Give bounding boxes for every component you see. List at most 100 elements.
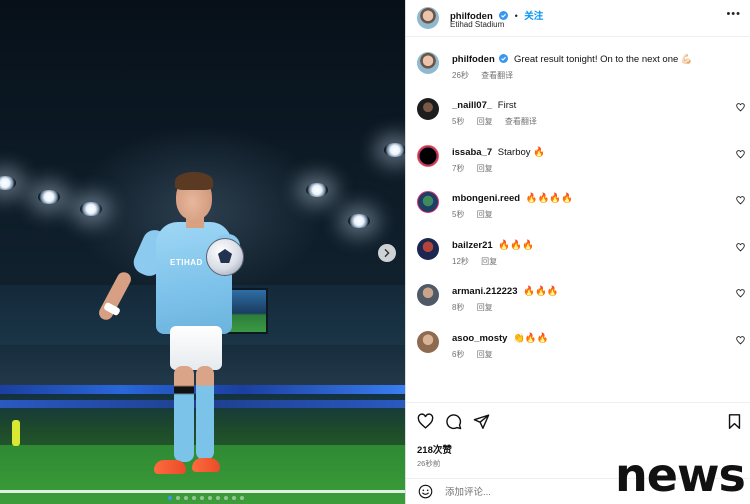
carousel-dot [208, 496, 212, 500]
comment-icon[interactable] [445, 413, 462, 430]
smiley-icon[interactable] [418, 484, 433, 499]
caption-username[interactable]: philfoden [452, 54, 495, 65]
avatar[interactable] [417, 191, 439, 213]
comment-text: 🔥🔥🔥 [498, 239, 534, 251]
comment-text: 🔥🔥🔥 [523, 286, 559, 297]
avatar[interactable] [417, 52, 439, 74]
comment-row: bailzer21 🔥🔥🔥 12秒 回复 [406, 227, 750, 273]
comment-line: armani.212223 🔥🔥🔥 [452, 286, 559, 297]
caption-text: Great result tonight! On to the next one… [514, 54, 693, 65]
comment-time: 5秒 [452, 210, 465, 219]
comment-meta: 5秒 回复 查看翻译 [452, 116, 547, 127]
more-options-icon[interactable]: ••• [726, 8, 741, 20]
comment-username[interactable]: armani.212223 [452, 286, 518, 297]
shirt-sponsor: ETIHAD [170, 258, 203, 267]
avatar[interactable] [417, 98, 439, 120]
carousel-dot [176, 496, 180, 500]
avatar[interactable] [417, 330, 439, 353]
caption-time: 26秒 [452, 71, 469, 80]
caption-meta: 26秒 查看翻译 [452, 70, 523, 81]
comment-row: armani.212223 🔥🔥🔥 8秒 回复 [406, 273, 750, 319]
reply-button[interactable]: 回复 [481, 257, 497, 266]
carousel-dot [216, 496, 220, 500]
player-hair [175, 172, 213, 190]
post-photo: ETIHAD [0, 0, 405, 504]
comment-text: 🔥🔥🔥🔥 [525, 193, 574, 204]
comment-time: 6秒 [452, 349, 465, 359]
post-time: 26秒前 [417, 459, 441, 468]
comment-input[interactable] [445, 483, 635, 501]
comment-line: bailzer21 🔥🔥🔥 [452, 240, 534, 251]
caption-line: philfoden Great result tonight! On to th… [452, 54, 693, 65]
reply-button[interactable]: 回复 [477, 210, 493, 219]
like-comment-icon[interactable] [736, 196, 745, 205]
next-slide-button[interactable] [378, 244, 396, 262]
heart-icon[interactable] [417, 413, 434, 430]
comment-meta: 8秒 回复 [452, 302, 503, 313]
carousel-dot [184, 496, 188, 500]
like-comment-icon[interactable] [736, 149, 745, 159]
avatar[interactable] [417, 144, 439, 167]
comment-time: 12秒 [452, 256, 469, 266]
comment-username[interactable]: asoo_mosty [452, 333, 507, 344]
reply-button[interactable]: 回复 [477, 117, 493, 126]
comment-time: 8秒 [452, 303, 465, 312]
share-icon[interactable] [473, 413, 490, 430]
comment-username[interactable]: issaba_7 [452, 147, 492, 158]
comment-text: Starboy 🔥 [497, 146, 546, 158]
carousel-dot [224, 496, 228, 500]
news-watermark: news [615, 448, 746, 502]
pitch-line [0, 490, 405, 493]
floodlight [348, 214, 370, 228]
follow-button[interactable]: 关注 [524, 11, 543, 22]
like-comment-icon[interactable] [736, 242, 745, 252]
floodlight [80, 202, 102, 216]
comment-row: _naill07_ First 5秒 回复 查看翻译 [406, 87, 750, 133]
player-boot [154, 460, 186, 474]
referee-figure [12, 420, 20, 446]
comment-line: asoo_mosty 👏🔥🔥 [452, 333, 549, 344]
comment-text: First [497, 100, 517, 111]
carousel-dot [240, 496, 244, 500]
avatar[interactable] [417, 284, 439, 306]
verified-badge-icon [499, 54, 509, 63]
carousel-dot [168, 496, 172, 500]
comment-meta: 12秒 回复 [452, 256, 507, 267]
comment-text: 👏🔥🔥 [513, 332, 549, 344]
comment-meta: 7秒 回复 [452, 163, 503, 174]
like-comment-icon[interactable] [736, 103, 745, 112]
reply-button[interactable]: 回复 [477, 164, 493, 173]
like-comment-icon[interactable] [736, 335, 745, 345]
football [206, 238, 244, 276]
player-leg [174, 366, 194, 462]
bookmark-icon[interactable] [726, 413, 743, 430]
comment-username[interactable]: bailzer21 [452, 240, 493, 251]
floodlight [38, 190, 60, 204]
comment-meta: 5秒 回复 [452, 209, 503, 220]
post-side-panel: philfoden • 关注 Etihad Stadium ••• philfo… [405, 0, 750, 504]
avatar[interactable] [417, 237, 439, 260]
like-comment-icon[interactable] [736, 289, 745, 298]
post-location[interactable]: Etihad Stadium [450, 20, 504, 29]
reply-button[interactable]: 回复 [477, 303, 493, 312]
comment-line: _naill07_ First [452, 100, 516, 111]
player-boot [192, 458, 220, 472]
comment-username[interactable]: _naill07_ [452, 100, 492, 111]
comments-list: philfoden Great result tonight! On to th… [406, 38, 750, 402]
comment-line: issaba_7 Starboy 🔥 [452, 147, 545, 158]
like-count[interactable]: 218次赞 [417, 442, 452, 456]
comment-username[interactable]: mbongeni.reed [452, 193, 520, 204]
post-header: philfoden • 关注 Etihad Stadium ••• [406, 0, 750, 37]
separator-dot: • [514, 11, 518, 21]
carousel-indicator [168, 496, 244, 500]
see-translation-link[interactable]: 查看翻译 [505, 117, 537, 126]
comment-row: asoo_mosty 👏🔥🔥 6秒 回复 [406, 320, 750, 366]
comment-row: mbongeni.reed 🔥🔥🔥🔥 5秒 回复 [406, 180, 750, 226]
see-translation-link[interactable]: 查看翻译 [481, 71, 513, 80]
comment-row: issaba_7 Starboy 🔥 7秒 回复 [406, 134, 750, 180]
reply-button[interactable]: 回复 [477, 350, 493, 359]
avatar[interactable] [417, 7, 439, 29]
comment-time: 5秒 [452, 117, 465, 126]
comment-line: mbongeni.reed 🔥🔥🔥🔥 [452, 193, 573, 204]
carousel-dot [192, 496, 196, 500]
